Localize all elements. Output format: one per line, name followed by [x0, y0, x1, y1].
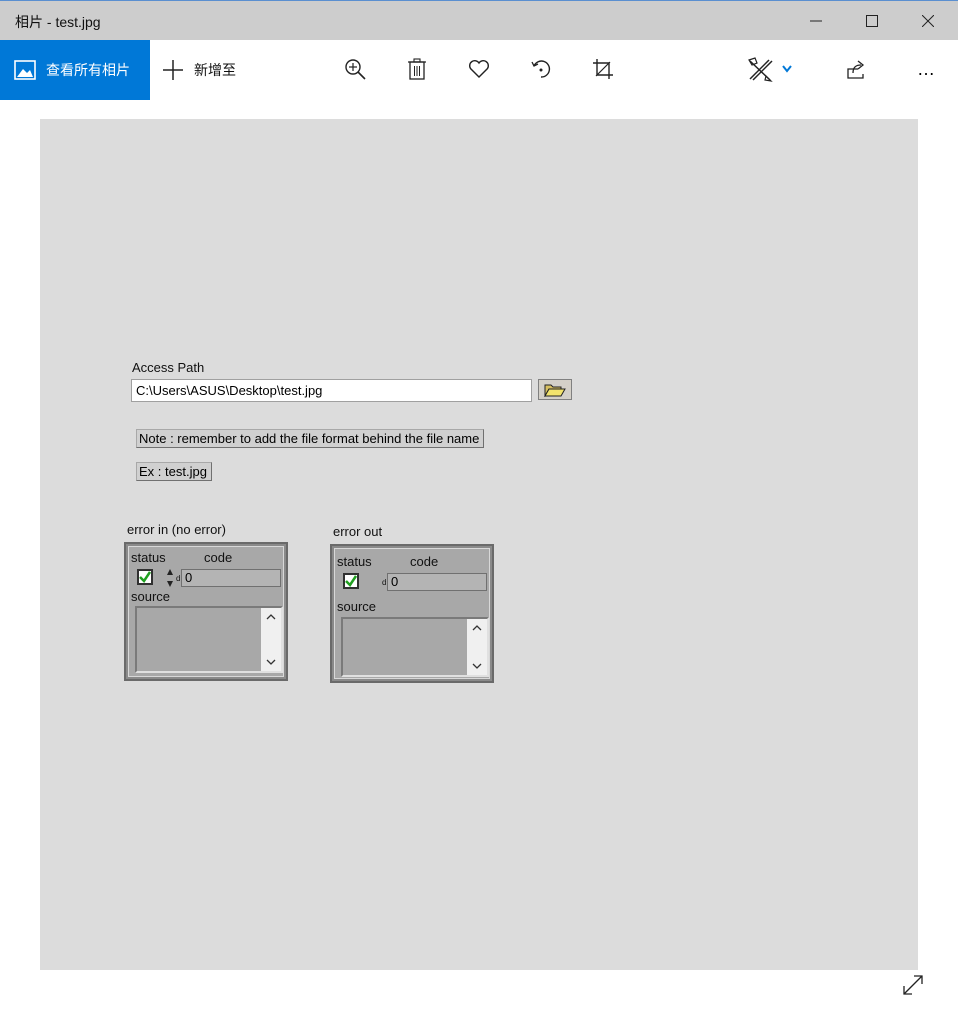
- error-in-status-label: status: [131, 550, 166, 565]
- error-out-code-field: 0: [387, 573, 487, 591]
- minimize-icon: [810, 20, 822, 21]
- photo-icon: [14, 60, 36, 80]
- share-icon: [847, 60, 865, 79]
- zoom-in-icon: [345, 59, 366, 80]
- access-path-label: Access Path: [132, 360, 205, 375]
- favorite-button[interactable]: [464, 54, 494, 84]
- zoom-in-button[interactable]: [340, 54, 370, 84]
- crop-icon: [593, 59, 613, 79]
- expand-button[interactable]: [900, 972, 926, 998]
- crop-button[interactable]: [588, 54, 618, 84]
- add-to-label: 新增至: [194, 62, 236, 78]
- access-path-field: C:\Users\ASUS\Desktop\test.jpg: [131, 379, 532, 402]
- error-in-scrollbar: [261, 608, 281, 671]
- more-button[interactable]: …: [912, 54, 942, 84]
- window-title: 相片 - test.jpg: [15, 14, 101, 30]
- favorite-icon: [469, 59, 489, 78]
- error-in-code-field: 0: [181, 569, 281, 587]
- close-button[interactable]: [900, 1, 956, 40]
- close-icon: [922, 14, 934, 27]
- note-text: Note : remember to add the file format b…: [136, 429, 485, 448]
- title-bar: 相片 - test.jpg: [0, 0, 958, 40]
- spinner-arrows-icon: [167, 569, 173, 587]
- error-out-code-label: code: [410, 554, 439, 569]
- add-to-button[interactable]: 新增至: [162, 40, 236, 100]
- error-out-scrollbar: [467, 619, 487, 675]
- share-button[interactable]: [840, 54, 870, 84]
- error-in-d-tag: d: [176, 574, 181, 583]
- error-out-d-tag: d: [382, 578, 387, 587]
- error-in-label: error in (no error): [127, 522, 226, 537]
- error-in-cluster: status code d 0 source: [124, 542, 288, 681]
- error-out-status-indicator: [343, 573, 359, 589]
- error-out-label: error out: [333, 524, 383, 539]
- error-out-cluster: status code d 0 source: [330, 544, 494, 683]
- checkmark-icon: [345, 575, 357, 587]
- delete-icon: [408, 58, 426, 80]
- edit-create-button[interactable]: [744, 54, 796, 84]
- view-all-photos-label: 查看所有相片: [46, 62, 130, 78]
- browse-button: [538, 379, 572, 400]
- error-in-source-field: [135, 606, 283, 673]
- maximize-button[interactable]: [844, 1, 900, 40]
- delete-button[interactable]: [402, 54, 432, 84]
- edit-create-icon: [748, 57, 773, 82]
- error-out-source-label: source: [337, 599, 377, 614]
- view-all-photos-button[interactable]: 查看所有相片: [0, 40, 150, 100]
- minimize-button[interactable]: [788, 1, 844, 40]
- error-out-status-label: status: [337, 554, 372, 569]
- scroll-down-icon: [261, 655, 281, 669]
- folder-icon: [544, 384, 566, 397]
- chevron-down-icon: [782, 65, 792, 73]
- rotate-button[interactable]: [526, 54, 556, 84]
- scroll-up-icon: [261, 610, 281, 624]
- expand-icon: [903, 975, 923, 995]
- photo-canvas[interactable]: Access Path C:\Users\ASUS\Desktop\test.j…: [40, 119, 918, 970]
- toolbar: 查看所有相片 新增至 …: [0, 40, 958, 100]
- scroll-up-icon: [467, 621, 487, 635]
- checkmark-icon: [139, 571, 151, 583]
- plus-icon: [163, 60, 183, 80]
- maximize-icon: [866, 14, 878, 27]
- scroll-down-icon: [467, 659, 487, 673]
- error-in-status-checkbox: [137, 569, 153, 585]
- error-in-code-label: code: [204, 550, 233, 565]
- more-icon: …: [917, 58, 937, 79]
- error-out-source-field: [341, 617, 489, 677]
- error-in-source-label: source: [131, 589, 171, 604]
- example-text: Ex : test.jpg: [136, 462, 212, 481]
- rotate-icon: [531, 60, 551, 78]
